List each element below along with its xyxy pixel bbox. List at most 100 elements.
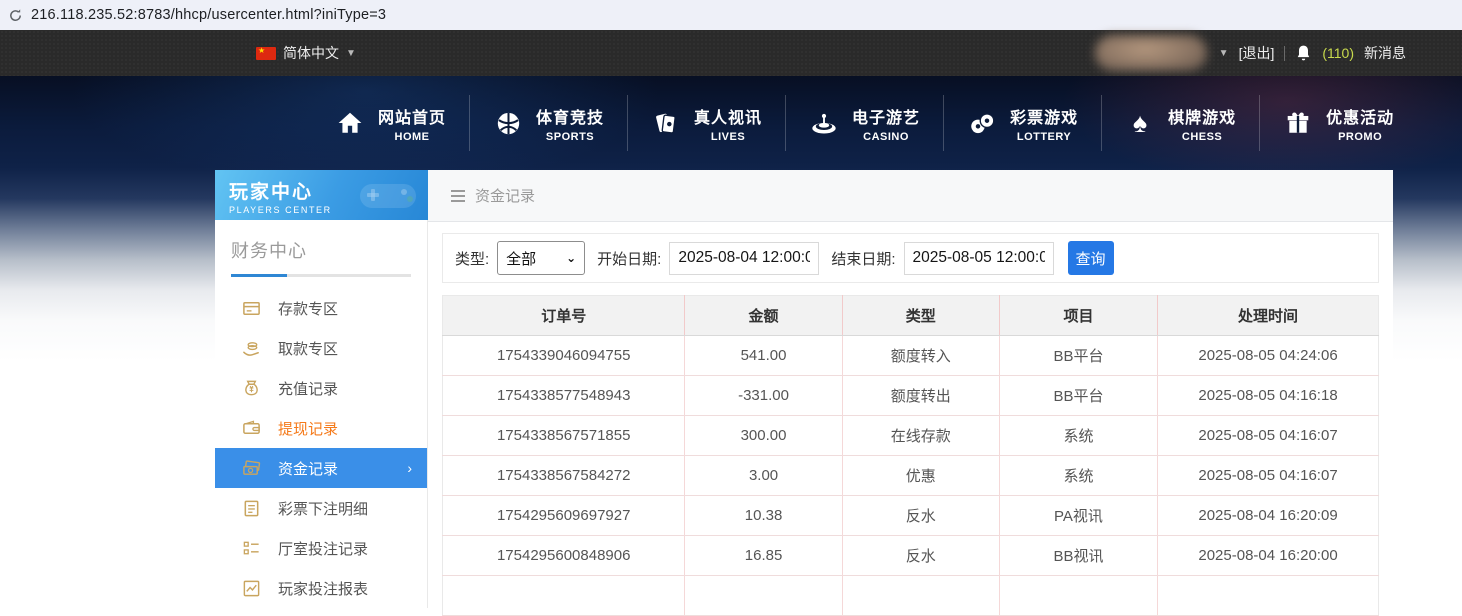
table-cell: 2025-08-05 04:16:07 — [1158, 456, 1379, 496]
table-body: 1754339046094755541.00额度转入BB平台2025-08-05… — [443, 336, 1379, 616]
type-select[interactable]: 全部 ⌄ — [497, 241, 585, 275]
lottery-balls-icon — [967, 108, 997, 138]
gift-icon — [1283, 108, 1313, 138]
table-cell — [842, 576, 999, 616]
nav-label: 优惠活动 — [1326, 104, 1394, 128]
nav-item-sports[interactable]: 体育竞技SPORTS — [469, 95, 627, 151]
logout-button[interactable]: [退出] — [1239, 43, 1275, 63]
nav-item-chess[interactable]: ♠ 棋牌游戏 CHESS — [1101, 95, 1259, 151]
nav-label: 真人视讯 — [694, 104, 762, 128]
table-cell: 2025-08-05 04:16:07 — [1158, 416, 1379, 456]
money-bag-icon — [242, 379, 261, 398]
divider — [1284, 46, 1285, 61]
nav-item-promo[interactable]: 优惠活动 PROMO — [1259, 95, 1417, 151]
sidebar-item-lottery-bet-detail[interactable]: 彩票下注明细 — [215, 488, 427, 528]
reload-icon[interactable] — [8, 8, 23, 23]
table-cell: 541.00 — [685, 336, 842, 376]
table-cell: 额度转入 — [842, 336, 999, 376]
nav-sublabel: SPORTS — [536, 131, 604, 143]
col-process-time: 处理时间 — [1158, 296, 1379, 336]
nav-sublabel: PROMO — [1326, 131, 1394, 143]
table-cell: 在线存款 — [842, 416, 999, 456]
table-row: 1754338567571855300.00在线存款系统2025-08-05 0… — [443, 416, 1379, 456]
url-text[interactable]: 216.118.235.52:8783/hhcp/usercenter.html… — [31, 7, 386, 23]
banknotes-icon — [242, 459, 261, 478]
sidebar-item-hall-bet-record[interactable]: 厅室投注记录 — [215, 528, 427, 568]
section-underline — [231, 274, 411, 277]
nav-item-casino[interactable]: 电子游艺CASINO — [785, 95, 943, 151]
topbar: ★ 简体中文 ▼ ▼ [退出] (110) 新消息 — [0, 30, 1462, 76]
main-panel: 资金记录 类型: 全部 ⌄ 开始日期: 结束日期: 查询 — [428, 170, 1393, 586]
table-cell: 2025-08-05 04:24:06 — [1158, 336, 1379, 376]
search-button[interactable]: 查询 — [1068, 241, 1114, 275]
nav-label: 棋牌游戏 — [1168, 104, 1236, 128]
language-label: 简体中文 — [283, 43, 339, 63]
nav-item-lottery[interactable]: 彩票游戏LOTTERY — [943, 95, 1101, 151]
sidebar-item-withdraw-record[interactable]: 提现记录 — [215, 408, 427, 448]
gamepad-icon — [352, 174, 424, 216]
table-cell: 1754338577548943 — [443, 376, 685, 416]
nav-sublabel: LIVES — [694, 131, 762, 143]
home-icon — [335, 108, 365, 138]
table-cell: 300.00 — [685, 416, 842, 456]
chevron-down-icon: ⌄ — [566, 251, 576, 265]
sidebar-item-player-bet-report[interactable]: 玩家投注报表 — [215, 568, 427, 608]
table-cell: 2025-08-04 16:20:09 — [1158, 496, 1379, 536]
sidebar-item-withdraw-zone[interactable]: 取款专区 — [215, 328, 427, 368]
sidebar-item-deposit-zone[interactable]: 存款专区 — [215, 288, 427, 328]
sidebar-item-label: 玩家投注报表 — [278, 578, 368, 599]
table-row: 175429560084890616.85反水BB视讯2025-08-04 16… — [443, 536, 1379, 576]
table-cell — [999, 576, 1157, 616]
chevron-down-icon[interactable]: ▼ — [1219, 48, 1229, 59]
deposit-card-icon — [242, 299, 261, 318]
sidebar-menu: 存款专区 取款专区 充值记录 提现记录 — [215, 288, 427, 608]
table-cell — [443, 576, 685, 616]
withdraw-hand-icon — [242, 339, 261, 358]
start-date-input[interactable] — [669, 242, 819, 275]
china-flag-icon: ★ — [256, 47, 276, 60]
language-selector[interactable]: ★ 简体中文 ▼ — [256, 43, 356, 63]
sidebar-item-label: 厅室投注记录 — [278, 538, 368, 559]
sidebar-item-label: 取款专区 — [278, 338, 338, 359]
nav-sublabel: CHESS — [1168, 131, 1236, 143]
table-row: 1754338577548943-331.00额度转出BB平台2025-08-0… — [443, 376, 1379, 416]
table-cell: 系统 — [999, 416, 1157, 456]
table-cell: 16.85 — [685, 536, 842, 576]
col-order-id: 订单号 — [443, 296, 685, 336]
table-cell: 2025-08-05 04:16:18 — [1158, 376, 1379, 416]
table-cell: BB平台 — [999, 376, 1157, 416]
table-row-partial — [443, 576, 1379, 616]
sidebar-header: 玩家中心 PLAYERS CENTER — [215, 170, 428, 220]
table-cell: 系统 — [999, 456, 1157, 496]
sidebar-item-recharge-record[interactable]: 充值记录 — [215, 368, 427, 408]
message-count[interactable]: (110) — [1322, 45, 1354, 61]
sports-ball-icon — [493, 108, 523, 138]
sidebar: 玩家中心 PLAYERS CENTER 财务中心 — [215, 170, 428, 586]
col-amount: 金额 — [685, 296, 842, 336]
col-project: 项目 — [999, 296, 1157, 336]
roulette-icon — [809, 108, 839, 138]
table-cell: 1754295600848906 — [443, 536, 685, 576]
spade-icon: ♠ — [1125, 108, 1155, 138]
avatar[interactable] — [1095, 35, 1207, 71]
nav-sublabel: CASINO — [852, 131, 920, 143]
message-label[interactable]: 新消息 — [1364, 43, 1406, 63]
sidebar-item-label: 提现记录 — [278, 418, 338, 439]
bell-icon[interactable] — [1295, 44, 1312, 62]
table-cell: 优惠 — [842, 456, 999, 496]
sidebar-item-funds-record[interactable]: 资金记录 › — [215, 448, 427, 488]
nav-label: 彩票游戏 — [1010, 104, 1078, 128]
table-cell — [1158, 576, 1379, 616]
nav-item-home[interactable]: 网站首页HOME — [312, 95, 469, 151]
end-date-input[interactable] — [904, 242, 1054, 275]
nav-item-lives[interactable]: 真人视讯 LIVES — [627, 95, 785, 151]
sidebar-item-label: 资金记录 — [278, 458, 338, 479]
wallet-icon — [242, 419, 261, 438]
table-cell: 2025-08-04 16:20:00 — [1158, 536, 1379, 576]
browser-address-bar[interactable]: 216.118.235.52:8783/hhcp/usercenter.html… — [0, 0, 1462, 30]
table-cell — [685, 576, 842, 616]
report-chart-icon — [242, 579, 261, 598]
table-cell: 反水 — [842, 496, 999, 536]
table-cell: 1754339046094755 — [443, 336, 685, 376]
sidebar-item-label: 彩票下注明细 — [278, 498, 368, 519]
